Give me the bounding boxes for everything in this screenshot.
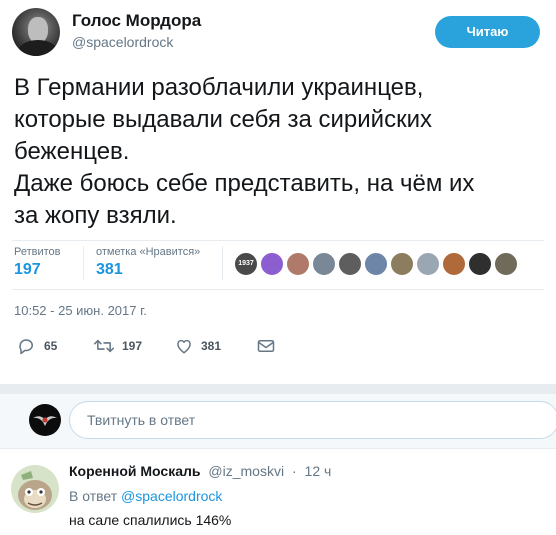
- liker-avatar-3[interactable]: [286, 252, 310, 276]
- liker-avatar-2[interactable]: [260, 252, 284, 276]
- tweet-text-line: которые выдавали себя за сирийских: [14, 106, 432, 133]
- tweet-text-line: беженцев.: [14, 138, 130, 165]
- heart-icon: [177, 339, 191, 354]
- reply-input[interactable]: Твитнуть в ответ: [69, 401, 556, 439]
- divider: [12, 289, 544, 290]
- liker-avatar-9[interactable]: [442, 252, 466, 276]
- stat-divider: [222, 246, 223, 280]
- retweets-stat[interactable]: Ретвитов 197: [14, 246, 61, 279]
- retweet-action[interactable]: 197: [94, 336, 142, 356]
- divider: [12, 240, 544, 241]
- likes-count: 381: [96, 261, 123, 278]
- liker-avatar-4[interactable]: [312, 252, 336, 276]
- avatar-body: [18, 40, 58, 56]
- in-reply-to: В ответ @spacelordrock: [69, 488, 222, 504]
- following-button[interactable]: Читаю: [435, 16, 540, 48]
- likes-label: отметка «Нравится»: [96, 246, 201, 258]
- author-handle[interactable]: @spacelordrock: [72, 34, 173, 50]
- stat-divider: [83, 246, 84, 280]
- liker-avatar-8[interactable]: [416, 252, 440, 276]
- reply-action[interactable]: 65: [18, 336, 57, 356]
- liker-avatar-1[interactable]: 1937: [234, 252, 258, 276]
- reply-text: на сале спалились 146%: [69, 512, 232, 528]
- tweet-text-line: Даже боюсь себе представить, на чём их: [14, 170, 475, 197]
- in-reply-prefix: В ответ: [69, 488, 118, 504]
- reply-icon: [19, 339, 33, 355]
- like-action[interactable]: 381: [175, 336, 221, 356]
- emblem-icon: [33, 416, 57, 426]
- liker-avatar-10[interactable]: [468, 252, 492, 276]
- reply-header: Коренной Москаль @iz_moskvi · 12 ч: [69, 463, 331, 479]
- reply-tweet[interactable]: Коренной Москаль @iz_moskvi · 12 ч В отв…: [0, 448, 556, 535]
- likes-stat[interactable]: отметка «Нравится» 381: [96, 246, 200, 279]
- reply-composer: Твитнуть в ответ: [0, 394, 556, 448]
- like-count: 381: [201, 339, 222, 353]
- current-user-avatar[interactable]: [29, 404, 61, 436]
- direct-message-action[interactable]: [257, 336, 275, 356]
- retweets-count: 197: [14, 261, 41, 278]
- envelope-icon: [257, 340, 275, 352]
- reply-dot: ·: [291, 463, 297, 479]
- section-separator: [0, 384, 556, 394]
- reply-author-avatar[interactable]: [11, 465, 59, 513]
- reply-time[interactable]: 12 ч: [305, 463, 332, 479]
- liker-avatar-6[interactable]: [364, 252, 388, 276]
- reply-count: 65: [44, 339, 58, 353]
- retweet-count: 197: [122, 339, 143, 353]
- author-avatar[interactable]: [12, 8, 60, 56]
- tweet-text: В Германии разоблачили украинцев, которы…: [14, 72, 554, 232]
- cartoon-sloth-icon: [18, 471, 52, 510]
- tweet-timestamp[interactable]: 10:52 - 25 июн. 2017 г.: [14, 303, 147, 318]
- author-display-name[interactable]: Голос Мордора: [72, 11, 201, 31]
- liker-avatar-text: 1937: [238, 260, 254, 267]
- reply-author-handle[interactable]: @iz_moskvi: [208, 463, 284, 479]
- in-reply-mention-link[interactable]: @spacelordrock: [121, 488, 222, 504]
- tweet-text-line: В Германии разоблачили украинцев,: [14, 74, 424, 101]
- liker-avatar-11[interactable]: [494, 252, 518, 276]
- retweet-icon: [94, 339, 114, 353]
- liker-avatar-7[interactable]: [390, 252, 414, 276]
- retweets-label: Ретвитов: [14, 246, 61, 258]
- tweet: Голос Мордора @spacelordrock Читаю В Гер…: [0, 0, 556, 384]
- tweet-text-line: за жопу взяли.: [14, 202, 177, 229]
- reply-author-name[interactable]: Коренной Москаль: [69, 463, 201, 479]
- liker-avatar-5[interactable]: [338, 252, 362, 276]
